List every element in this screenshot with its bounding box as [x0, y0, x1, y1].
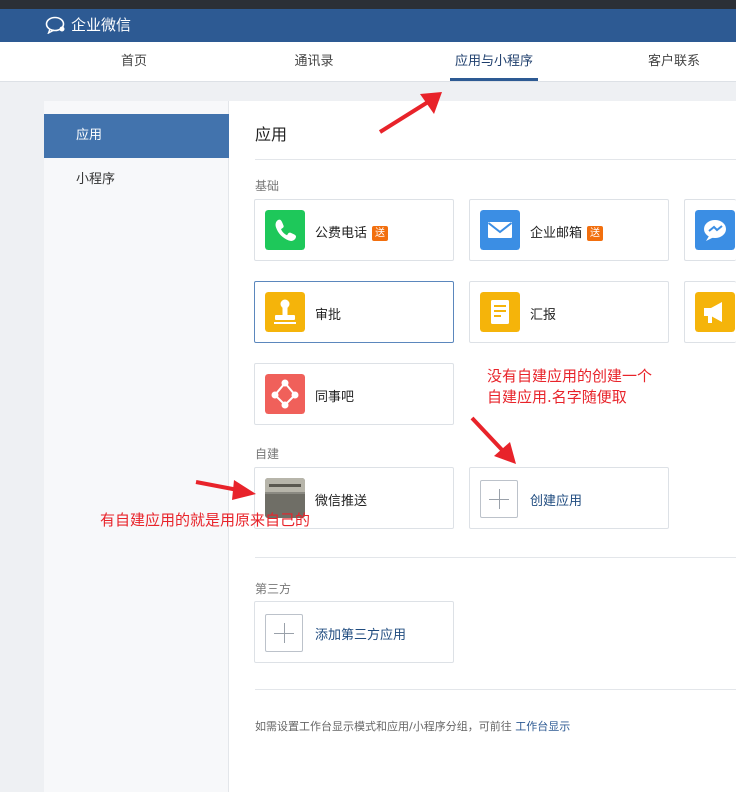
- divider: [255, 557, 736, 558]
- megaphone-icon: [695, 292, 735, 332]
- tab-customer-contact[interactable]: 客户联系: [643, 42, 705, 82]
- tab-home[interactable]: 首页: [114, 42, 154, 82]
- workbench-display-link[interactable]: 工作台显示: [515, 720, 570, 733]
- annotation-existing-app: 有自建应用的就是用原来自己的: [100, 511, 311, 529]
- app-label: 审批: [315, 308, 342, 323]
- app-card-partial-chat[interactable]: [684, 199, 736, 261]
- tab-apps-miniprograms[interactable]: 应用与小程序: [450, 42, 538, 82]
- plus-icon: [265, 614, 303, 652]
- app-title: 企业微信: [71, 16, 132, 34]
- chat-icon: [695, 210, 735, 250]
- app-card-report[interactable]: 汇报: [469, 281, 669, 343]
- gift-badge: 送: [372, 226, 389, 241]
- plus-icon: [480, 480, 518, 518]
- report-icon: [480, 292, 520, 332]
- app-card-phone[interactable]: 公费电话送: [254, 199, 454, 261]
- annotation-arrow-to-custom-app: [195, 480, 256, 500]
- add-third-party-app-button[interactable]: 添加第三方应用: [254, 601, 454, 663]
- app-label: 微信推送: [315, 494, 368, 509]
- annotation-create-line2: 自建应用.名字随便取: [487, 388, 627, 406]
- tab-contacts[interactable]: 通讯录: [290, 42, 338, 82]
- app-card-partial-announce[interactable]: [684, 281, 736, 343]
- footer-text: 如需设置工作台显示模式和应用/小程序分组，可前往: [255, 720, 512, 733]
- create-app-label: 创建应用: [530, 494, 583, 509]
- footer-note: 如需设置工作台显示模式和应用/小程序分组，可前往 工作台显示: [255, 718, 570, 734]
- wecom-logo-icon: [45, 16, 65, 34]
- annotation-arrow-to-create: [470, 416, 516, 464]
- stamp-icon: [265, 292, 305, 332]
- section-label-basic: 基础: [255, 179, 280, 193]
- app-card-mail[interactable]: 企业邮箱送: [469, 199, 669, 261]
- section-label-third-party: 第三方: [255, 582, 292, 596]
- sidebar-item-apps[interactable]: 应用: [44, 114, 229, 158]
- divider: [255, 159, 736, 160]
- sidebar: 应用 小程序: [44, 101, 229, 792]
- app-card-colleague[interactable]: 同事吧: [254, 363, 454, 425]
- add-third-party-label: 添加第三方应用: [315, 628, 407, 643]
- app-label: 同事吧: [315, 390, 355, 405]
- top-nav: 首页 通讯录 应用与小程序 客户联系: [0, 42, 736, 82]
- window-top-strip: [0, 0, 736, 9]
- sidebar-item-miniprograms[interactable]: 小程序: [44, 158, 229, 202]
- colleague-icon: [265, 374, 305, 414]
- app-label: 企业邮箱送: [530, 222, 604, 241]
- app-card-approval[interactable]: 审批: [254, 281, 454, 343]
- mail-icon: [480, 210, 520, 250]
- section-label-custom: 自建: [255, 447, 280, 461]
- divider: [255, 689, 736, 690]
- page-title: 应用: [255, 125, 288, 144]
- annotation-arrow-to-tab: [378, 92, 442, 134]
- create-app-button[interactable]: 创建应用: [469, 467, 669, 529]
- app-label: 公费电话送: [315, 222, 389, 241]
- main-panel: 应用 小程序 应用 基础 公费电话送 企业邮箱送 审批 汇报 同事吧 自建 微信…: [44, 101, 736, 792]
- phone-icon: [265, 210, 305, 250]
- gift-badge: 送: [587, 226, 604, 241]
- app-label: 汇报: [530, 308, 557, 323]
- annotation-create-line1: 没有自建应用的创建一个: [487, 367, 653, 385]
